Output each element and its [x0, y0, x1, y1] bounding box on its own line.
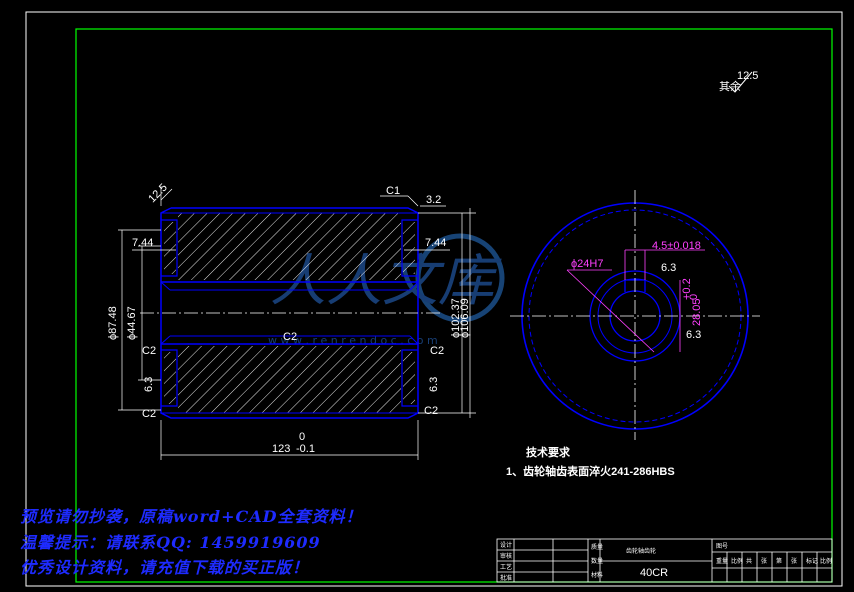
surface-32-label: 3.2	[426, 194, 441, 206]
right-c2-upper: C2	[430, 345, 444, 357]
length-tol-lower: -0.1	[296, 443, 315, 455]
dia-4467-label: ϕ44.67	[126, 306, 138, 340]
tb-sign-5: 第	[776, 557, 782, 565]
tb-sign-1: 重量	[716, 557, 728, 565]
keyway-rough-label: 6.3	[661, 262, 676, 274]
dia-10609-label: ϕ106.09	[459, 298, 471, 338]
right-c2-lower: C2	[424, 405, 438, 417]
tb-row-label-4: 批准	[500, 574, 512, 582]
tb-row-label-1: 设计	[500, 541, 512, 549]
tb-sign-4: 张	[761, 557, 767, 565]
tb-mid-label-1: 质量	[591, 543, 603, 551]
tb-material: 40CR	[640, 567, 668, 579]
right-63-label: 6.3	[428, 377, 440, 392]
tb-sign-3: 共	[746, 557, 752, 565]
top-chamfer-label: 12.5	[146, 182, 170, 206]
tb-row-label-3: 工艺	[500, 563, 512, 571]
keyway-tol-lower: 0	[688, 294, 700, 300]
promo-line-2: 温馨提示：请联系QQ: 1459919609	[20, 533, 321, 552]
dia-8748-label: ϕ87.48	[107, 306, 119, 340]
tech-req-title: 技术要求	[526, 445, 571, 459]
tb-row-label-2: 审核	[500, 552, 512, 560]
tb-sign-6: 张	[791, 557, 797, 565]
section-view: 12.5 C1 3.2 7.44 7.44 ϕ87.48 ϕ44.67 C2 C…	[107, 182, 476, 460]
tb-drawing-no-label: 图号	[716, 543, 728, 550]
tb-mid-label-2: 数量	[591, 557, 603, 565]
bore-fit-label: ϕ24H7	[571, 258, 603, 270]
keyway-depth-label: 28.05	[691, 298, 703, 326]
length-label: 123	[272, 443, 290, 455]
roughness-symbol: 12.5 其余	[719, 70, 758, 93]
roughness-suffix: 其余	[719, 79, 741, 93]
left-c2-lower: C2	[142, 408, 156, 420]
end-view: ϕ24H7 4.5±0.018 6.3 6.3 28.05 +0.2 0	[510, 190, 760, 440]
dim-744-right: 7.44	[425, 237, 446, 249]
tech-req-item1: 1、齿轮轴齿表面淬火241-286HBS	[506, 464, 675, 478]
dim-744-left: 7.44	[132, 237, 153, 249]
left-63-label: 6.3	[143, 377, 155, 392]
length-tol-upper: 0	[299, 431, 305, 443]
tb-sign-7: 标记	[806, 557, 818, 565]
tb-scale-label: 比例	[820, 557, 832, 565]
chamfer-c1-label: C1	[386, 185, 400, 197]
tb-mid-label-3: 材料	[591, 571, 603, 579]
left-c2-upper: C2	[142, 345, 156, 357]
promo-line-3: 优秀设计资料，请充值下载的买正版！	[20, 558, 310, 577]
promo-line-1: 预览请勿抄袭，原稿word+CAD全套资料！	[20, 507, 363, 526]
bore-rough-label: 6.3	[686, 329, 701, 341]
tb-part-name: 齿轮轴齿轮	[626, 547, 656, 555]
bore-chamfer-label: C2	[283, 331, 297, 343]
keyway-width-label: 4.5±0.018	[652, 240, 701, 252]
tb-sign-2: 比例	[731, 557, 743, 565]
